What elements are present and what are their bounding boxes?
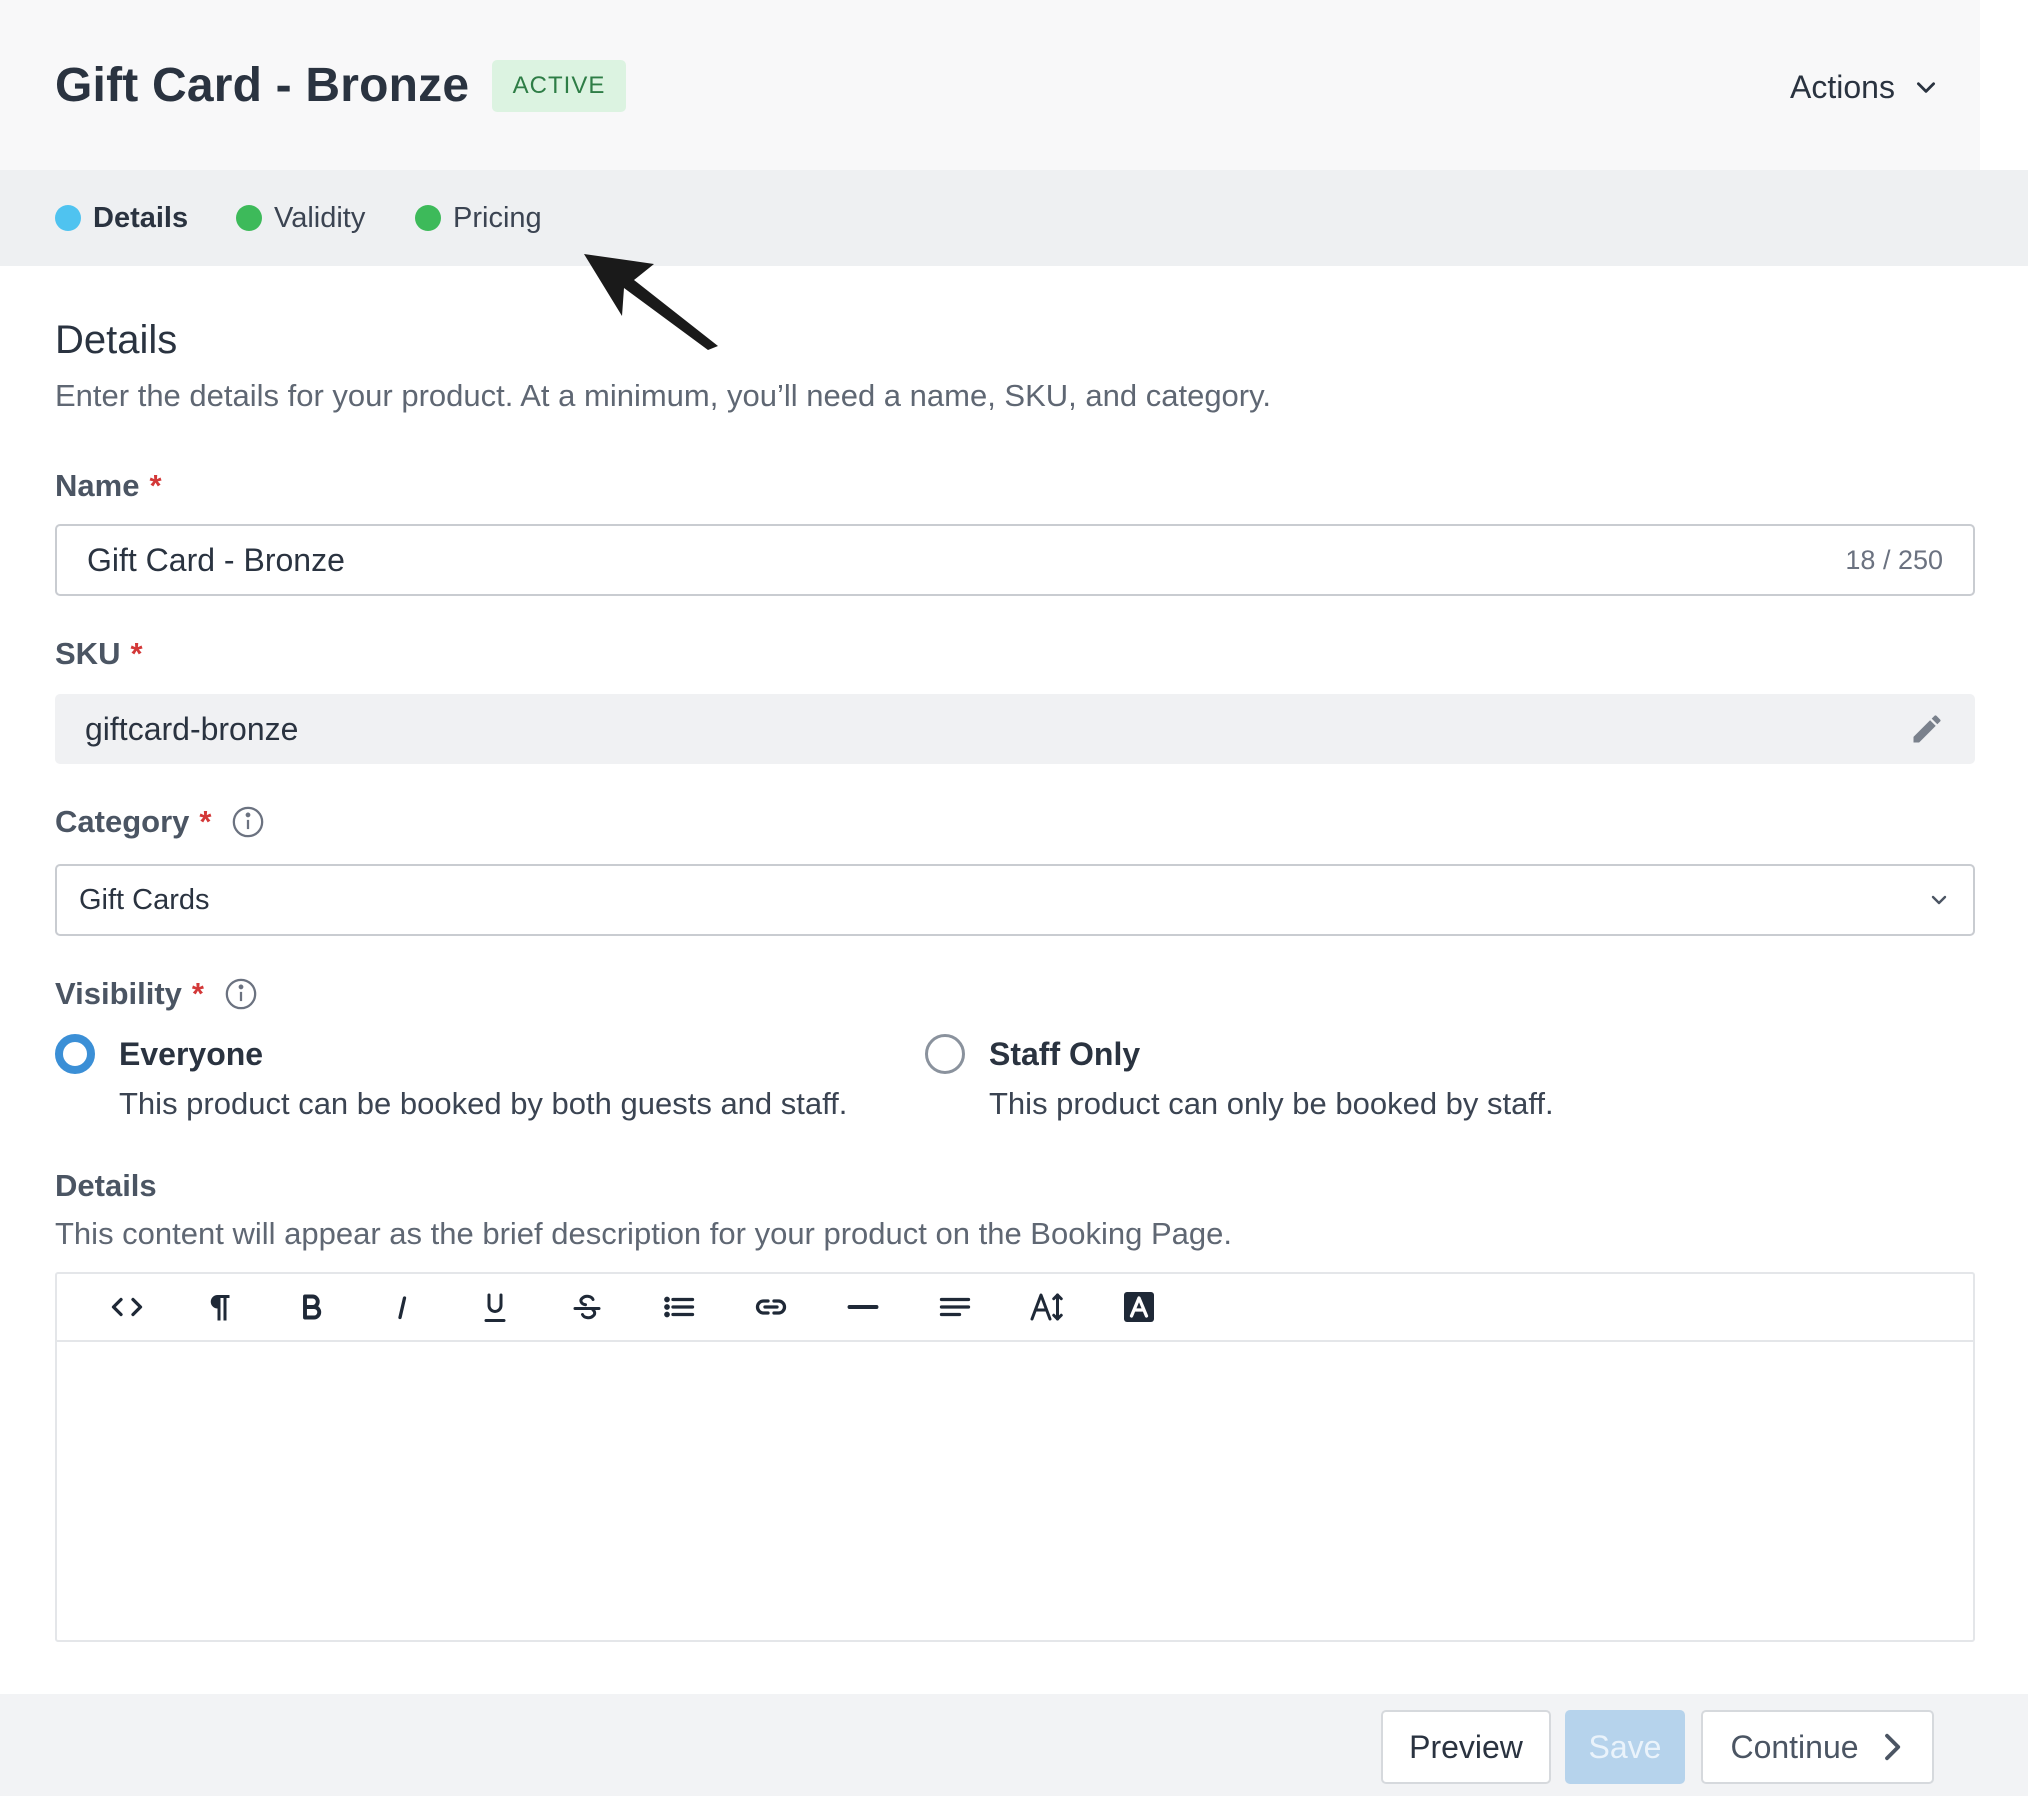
tab-details[interactable]: Details — [55, 170, 188, 266]
details-description: This content will appear as the brief de… — [55, 1216, 1232, 1251]
tab-label: Details — [93, 201, 189, 234]
paragraph-button[interactable] — [173, 1273, 265, 1341]
link-button[interactable] — [725, 1273, 817, 1341]
info-icon[interactable] — [231, 805, 265, 839]
category-label-text: Category — [55, 804, 190, 839]
name-label-text: Name — [55, 468, 140, 503]
step-status-dot — [415, 205, 441, 231]
font-color-button[interactable] — [1093, 1273, 1185, 1341]
radio-button-unchecked[interactable] — [925, 1034, 965, 1074]
save-button[interactable]: Save — [1565, 1710, 1685, 1784]
category-label: Category * — [55, 804, 265, 840]
category-selected-value: Gift Cards — [79, 883, 210, 916]
horizontal-rule-icon — [847, 1305, 879, 1309]
name-input-value: Gift Card - Bronze — [87, 541, 345, 578]
rich-text-editor — [55, 1272, 1975, 1642]
radio-button-checked[interactable] — [55, 1034, 95, 1074]
horizontal-rule-button[interactable] — [817, 1273, 909, 1341]
required-marker: * — [130, 636, 143, 671]
radio-option-description: This product can only be booked by staff… — [989, 1086, 1554, 1121]
link-icon — [755, 1299, 787, 1315]
required-marker: * — [191, 976, 204, 1011]
sku-field: giftcard-bronze — [55, 694, 1975, 764]
editor-content-area[interactable] — [57, 1344, 1973, 1640]
chevron-down-icon — [1916, 82, 1935, 93]
continue-label: Continue — [1730, 1728, 1859, 1765]
mouse-pointer-icon — [584, 254, 718, 350]
name-label: Name * — [55, 468, 162, 504]
page-header: Gift Card - Bronze ACTIVE Actions — [0, 0, 1980, 170]
tab-pricing[interactable]: Pricing — [415, 170, 542, 266]
align-button[interactable] — [909, 1273, 1001, 1341]
sku-value: giftcard-bronze — [85, 710, 299, 747]
status-badge: ACTIVE — [492, 60, 626, 112]
font-size-button[interactable] — [1001, 1273, 1093, 1341]
details-label: Details — [55, 1168, 157, 1203]
continue-button[interactable]: Continue — [1701, 1710, 1934, 1784]
info-icon[interactable] — [224, 977, 258, 1011]
radio-option-title: Everyone — [119, 1036, 264, 1072]
required-marker: * — [199, 804, 212, 839]
list-button[interactable] — [633, 1273, 725, 1341]
editor-toolbar — [57, 1274, 1973, 1342]
italic-button[interactable] — [357, 1273, 449, 1341]
strikethrough-button[interactable] — [541, 1273, 633, 1341]
chevron-right-icon — [1884, 1733, 1900, 1761]
bold-button[interactable] — [265, 1273, 357, 1341]
character-counter: 18 / 250 — [1845, 544, 1943, 575]
font-size-icon — [1030, 1293, 1063, 1321]
font-color-icon — [1124, 1292, 1154, 1322]
section-title: Details — [55, 318, 178, 362]
tab-label: Pricing — [453, 201, 542, 234]
step-status-dot — [55, 205, 81, 231]
visibility-label: Visibility * — [55, 976, 258, 1012]
step-tabs: Details Validity Pricing — [0, 170, 2028, 266]
list-icon — [664, 1296, 695, 1318]
code-view-icon — [111, 1297, 143, 1317]
code-view-button[interactable] — [81, 1273, 173, 1341]
chevron-down-icon — [1931, 895, 1947, 905]
radio-option-description: This product can be booked by both guest… — [119, 1086, 848, 1121]
tab-label: Validity — [274, 201, 366, 234]
required-marker: * — [149, 468, 162, 503]
actions-label: Actions — [1790, 68, 1895, 105]
underline-icon — [484, 1293, 506, 1322]
paragraph-icon — [210, 1295, 230, 1321]
sku-label: SKU * — [55, 636, 143, 672]
bold-icon — [303, 1294, 322, 1320]
name-input[interactable]: Gift Card - Bronze 18 / 250 — [55, 524, 1975, 596]
strikethrough-icon — [573, 1294, 601, 1320]
section-description: Enter the details for your product. At a… — [55, 378, 1271, 413]
page-title: Gift Card - Bronze — [55, 59, 470, 112]
underline-button[interactable] — [449, 1273, 541, 1341]
category-select[interactable]: Gift Cards — [55, 864, 1975, 936]
visibility-label-text: Visibility — [55, 976, 182, 1011]
italic-icon — [398, 1296, 407, 1320]
step-status-dot — [236, 205, 262, 231]
tab-validity[interactable]: Validity — [236, 170, 365, 266]
align-icon — [939, 1297, 971, 1317]
sku-label-text: SKU — [55, 636, 121, 671]
pencil-icon[interactable] — [1909, 711, 1945, 747]
radio-option-title: Staff Only — [989, 1036, 1141, 1072]
actions-button[interactable]: Actions — [1790, 60, 1970, 114]
preview-button[interactable]: Preview — [1381, 1710, 1551, 1784]
